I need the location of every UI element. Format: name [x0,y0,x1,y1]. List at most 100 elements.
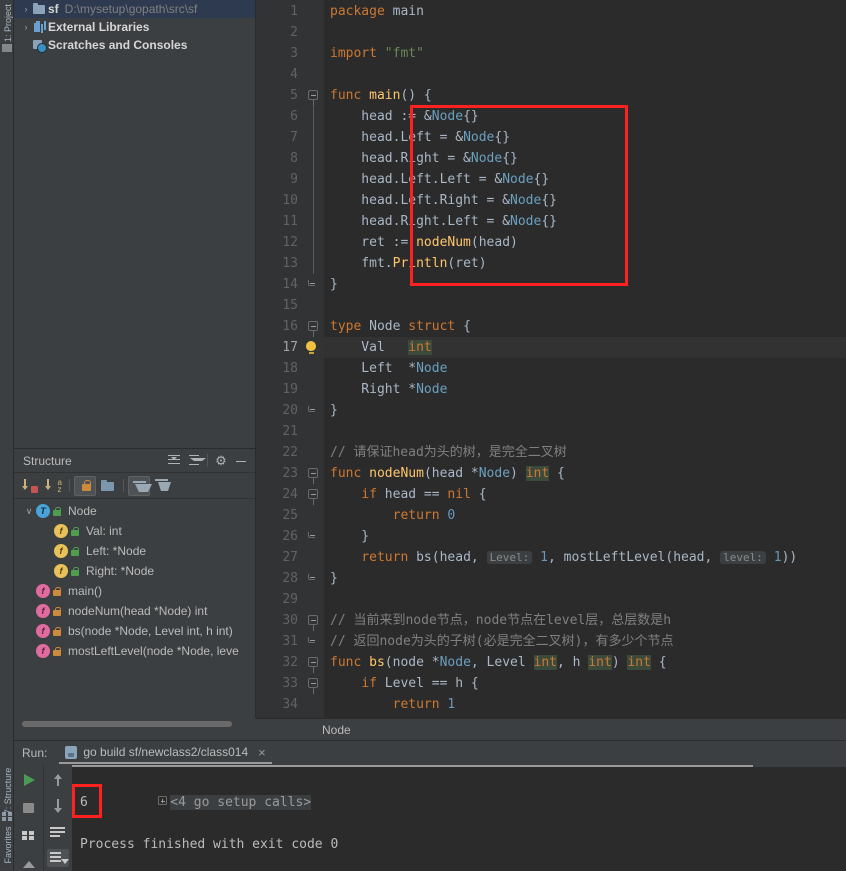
fold-cell[interactable] [304,505,324,526]
line-number[interactable]: 30 [256,610,304,631]
code-line[interactable] [324,295,846,316]
fold-cell[interactable] [304,232,324,253]
structure-tree[interactable]: ∨TNode∨fVal: int∨fLeft: *Node∨fRight: *N… [14,499,255,661]
fold-cell[interactable] [304,610,324,631]
fold-cell[interactable] [304,358,324,379]
breadcrumb-node[interactable]: Node [322,723,351,737]
code-line[interactable]: return bs(head, Level: 1, mostLeftLevel(… [324,547,846,568]
code-line[interactable]: head.Right = &Node{} [324,148,846,169]
scroll-to-end-icon[interactable] [47,849,69,867]
scroll-up-icon[interactable] [47,771,69,789]
line-number[interactable]: 25 [256,505,304,526]
code-line[interactable]: package main [324,1,846,22]
project-tree-item[interactable]: › External Libraries [14,18,255,36]
line-number[interactable]: 2 [256,22,304,43]
code-area[interactable]: 1 2 3 4 5 6 7 8 9 10 11 12 13 14 15 16 17 18 19 20 21 22 23 24 2… [256,0,846,718]
fold-cell[interactable] [304,43,324,64]
code-line[interactable]: ret := nodeNum(head) [324,232,846,253]
line-number[interactable]: 18 [256,358,304,379]
structure-item[interactable]: ∨fmostLeftLevel(node *Node, leve [14,641,255,661]
code-line[interactable]: head.Left = &Node{} [324,127,846,148]
tool-tab-favorites[interactable]: Favorites [3,815,13,871]
line-number[interactable]: 16 [256,316,304,337]
chevron-down-icon[interactable]: ∨ [22,506,36,517]
fold-cell[interactable] [304,1,324,22]
line-number[interactable]: 10 [256,190,304,211]
fold-collapse-icon[interactable] [308,468,318,484]
fold-cell[interactable] [304,568,324,589]
project-tree-item[interactable]: › sf D:\mysetup\gopath\src\sf [14,0,255,18]
code-line[interactable]: // 请保证head为头的树，是完全二叉树 [324,442,846,463]
fold-cell[interactable] [304,631,324,652]
line-number[interactable]: 34 [256,694,304,715]
fold-collapse-icon[interactable] [308,321,318,337]
stop-icon[interactable] [18,799,40,817]
line-number[interactable]: 17 [256,337,304,358]
project-horizontal-scrollbar[interactable] [22,721,232,727]
gear-icon[interactable]: ⚙ [211,452,231,470]
line-number[interactable]: 19 [256,379,304,400]
fold-cell[interactable] [304,274,324,295]
code-line[interactable] [324,421,846,442]
fold-cell[interactable] [304,526,324,547]
fold-cell[interactable] [304,85,324,106]
structure-item[interactable]: ∨fmain() [14,581,255,601]
sort-alphabetically-icon[interactable]: az [43,476,65,496]
collapse-all-icon[interactable] [184,452,206,470]
code-line[interactable]: } [324,568,846,589]
code-line[interactable]: func main() { [324,85,846,106]
line-number[interactable]: 24 [256,484,304,505]
group-icon[interactable] [97,476,119,496]
code-line[interactable]: import "fmt" [324,43,846,64]
project-tree[interactable]: › sf D:\mysetup\gopath\src\sf › External Lib… [14,0,255,54]
line-number[interactable]: 9 [256,169,304,190]
code-line[interactable] [324,64,846,85]
line-number[interactable]: 4 [256,64,304,85]
code-line[interactable]: Val int [324,337,846,358]
fold-collapse-icon[interactable] [308,678,318,694]
fold-cell[interactable] [304,337,324,358]
fold-collapse-icon[interactable] [308,489,318,505]
grid-icon[interactable] [18,826,40,844]
collapse-icon[interactable] [18,854,40,871]
line-number[interactable]: 3 [256,43,304,64]
code-line[interactable]: // 当前来到node节点，node节点在level层，总层数是h [324,610,846,631]
structure-item[interactable]: ∨ T Node [14,501,255,521]
close-icon[interactable]: × [258,745,266,760]
code-text[interactable]: package main import "fmt" func main() { … [324,0,846,718]
fold-cell[interactable] [304,547,324,568]
fold-end-icon[interactable] [308,532,315,538]
chevron-right-icon[interactable]: › [20,22,32,32]
line-number[interactable]: 7 [256,127,304,148]
breadcrumb[interactable]: Node [256,718,846,740]
line-number[interactable]: 27 [256,547,304,568]
fold-cell[interactable] [304,673,324,694]
project-tree-item[interactable]: ›Scratches and Consoles [14,36,255,54]
code-line[interactable]: } [324,526,846,547]
structure-item[interactable]: ∨fbs(node *Node, Level int, h int) [14,621,255,641]
run-icon[interactable] [18,771,40,789]
code-line[interactable]: head.Left.Left = &Node{} [324,169,846,190]
line-number[interactable]: 14 [256,274,304,295]
line-number[interactable]: 31 [256,631,304,652]
structure-item[interactable]: ∨fnodeNum(head *Node) int [14,601,255,621]
fold-cell[interactable] [304,295,324,316]
fold-cell[interactable] [304,190,324,211]
fold-end-icon[interactable] [308,574,315,580]
code-line[interactable]: head.Left.Right = &Node{} [324,190,846,211]
line-number[interactable]: 5 [256,85,304,106]
code-line[interactable]: if Level == h { [324,673,846,694]
line-number[interactable]: 33 [256,673,304,694]
code-line[interactable]: // 返回node为头的子树(必是完全二叉树)，有多少个节点 [324,631,846,652]
fold-cell[interactable] [304,148,324,169]
sort-by-visibility-icon[interactable] [20,476,42,496]
ancestors-icon[interactable] [128,475,152,496]
fold-cell[interactable] [304,22,324,43]
line-number[interactable]: 21 [256,421,304,442]
fold-end-icon[interactable] [308,280,315,286]
line-number[interactable]: 28 [256,568,304,589]
line-number[interactable]: 22 [256,442,304,463]
fold-cell[interactable] [304,211,324,232]
console-setup-line[interactable]: <4 go setup calls> [80,771,846,810]
fold-cell[interactable] [304,106,324,127]
